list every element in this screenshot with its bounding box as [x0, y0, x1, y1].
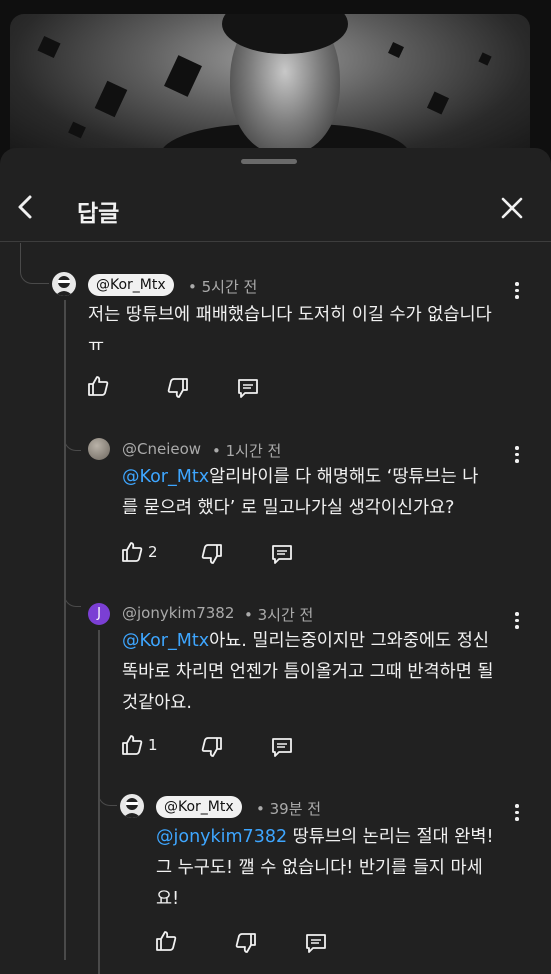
like-count: 1	[148, 736, 158, 754]
author-handle-chip[interactable]: @Kor_Mtx	[156, 796, 242, 818]
dislike-icon[interactable]	[200, 735, 224, 759]
dislike-icon[interactable]	[234, 931, 258, 955]
mention-link[interactable]: @jonykim7382	[156, 827, 287, 847]
page-title: 답글	[77, 201, 120, 227]
reply-icon[interactable]	[236, 376, 260, 400]
reply-icon[interactable]	[304, 931, 328, 955]
back-arrow-icon[interactable]	[12, 193, 40, 221]
drag-handle[interactable]	[241, 159, 297, 164]
mention-link[interactable]: @Kor_Mtx	[122, 467, 209, 487]
author-handle[interactable]: @Cneieow	[122, 440, 201, 458]
more-vert-icon[interactable]	[514, 610, 520, 632]
thread-connector	[20, 243, 49, 284]
comment-text: @Kor_Mtx알리바이를 다 해명해도 ‘땅튜브는 나를 묻으려 했다’ 로 …	[122, 467, 479, 518]
like-icon[interactable]	[154, 929, 178, 953]
timestamp: • 3시간 전	[244, 606, 314, 624]
comment-text: @Kor_Mtx아뇨. 밀리는중이지만 그와중에도 정신 똑바로 차리면 언젠가 …	[122, 631, 494, 713]
avatar[interactable]: J	[88, 603, 110, 625]
thread-connector	[64, 420, 81, 451]
video-thumbnail[interactable]	[10, 14, 530, 164]
timestamp: • 39분 전	[256, 800, 322, 818]
thread-line	[64, 300, 66, 960]
more-vert-icon[interactable]	[514, 444, 520, 466]
like-icon[interactable]	[120, 540, 144, 564]
like-count: 2	[148, 543, 158, 561]
author-handle-chip[interactable]: @Kor_Mtx	[88, 274, 174, 296]
more-vert-icon[interactable]	[514, 280, 520, 302]
thread-connector	[64, 580, 81, 607]
author-handle[interactable]: @jonykim7382	[122, 604, 234, 622]
dislike-icon[interactable]	[166, 376, 190, 400]
avatar[interactable]	[52, 272, 76, 296]
mention-link[interactable]: @Kor_Mtx	[122, 631, 209, 651]
timestamp: • 5시간 전	[188, 278, 258, 296]
like-icon[interactable]	[86, 374, 110, 398]
reply-icon[interactable]	[270, 735, 294, 759]
more-vert-icon[interactable]	[514, 802, 520, 824]
avatar[interactable]	[88, 438, 110, 460]
close-icon[interactable]	[499, 195, 525, 221]
header-divider	[0, 241, 551, 242]
thread-connector	[98, 775, 117, 806]
reply-icon[interactable]	[270, 542, 294, 566]
comment-text: 저는 땅튜브에 패배했습니다 도저히 이길 수가 없습니다 ㅠ	[88, 305, 492, 356]
dislike-icon[interactable]	[200, 542, 224, 566]
timestamp: • 1시간 전	[212, 442, 282, 460]
comment-text: @jonykim7382 땅튜브의 논리는 절대 완벽! 그 누구도! 깰 수 없…	[156, 827, 494, 909]
avatar[interactable]	[120, 794, 144, 818]
like-icon[interactable]	[120, 733, 144, 757]
thread-line	[98, 630, 100, 974]
